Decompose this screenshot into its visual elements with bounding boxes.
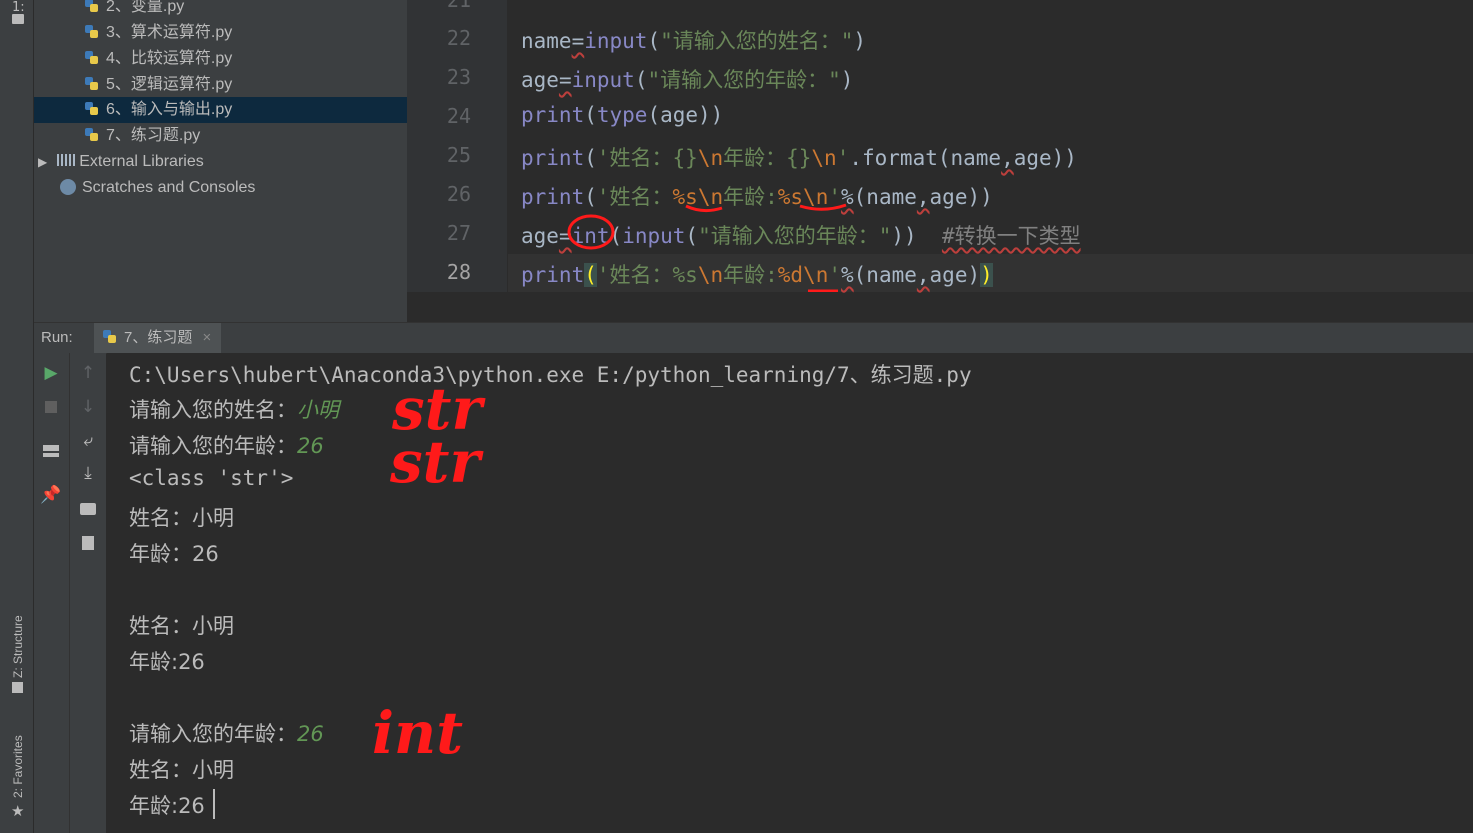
layout-icon[interactable] xyxy=(39,439,63,463)
python-file-icon xyxy=(84,24,100,40)
tree-item-label: 6、输入与输出.py xyxy=(106,101,233,118)
run-tab-label: 7、练习题 xyxy=(124,329,193,346)
tree-item-label: 5、逻辑运算符.py xyxy=(106,76,233,93)
editor-gutter: 21 22 23 24 25 26 27 28 xyxy=(407,0,507,292)
line-number: 27 xyxy=(446,221,471,245)
console-line: 请输入您的年龄：26 xyxy=(129,718,324,748)
scroll-to-end-icon[interactable]: ⤓ xyxy=(76,461,100,485)
python-file-icon xyxy=(102,329,118,345)
folder-icon[interactable] xyxy=(12,14,24,24)
close-icon[interactable]: × xyxy=(203,329,212,346)
tree-item-file-selected[interactable]: 6、输入与输出.py xyxy=(34,97,407,123)
line-number: 25 xyxy=(446,143,471,167)
expand-arrow-icon[interactable]: ▶ xyxy=(38,155,47,169)
console-prompt: 请输入您的年龄： xyxy=(129,722,297,746)
scratches-icon xyxy=(60,179,76,195)
tree-item-label: External Libraries xyxy=(79,153,204,170)
python-file-icon xyxy=(84,101,100,117)
python-file-icon xyxy=(84,0,100,14)
python-file-icon xyxy=(84,50,100,66)
console-line: 请输入您的年龄：26 xyxy=(129,430,324,460)
tree-item-file[interactable]: 2、变量.py xyxy=(84,0,184,20)
console-output: 年龄:26 xyxy=(129,794,205,818)
divider xyxy=(69,353,70,833)
handwritten-annotation: str xyxy=(390,428,481,496)
console-user-input: 小明 xyxy=(297,398,339,422)
tree-item-file[interactable]: 5、逻辑运算符.py xyxy=(84,72,232,98)
run-tab[interactable]: 7、练习题 × xyxy=(94,323,222,353)
console-output: <class 'str'> xyxy=(129,466,294,490)
run-console[interactable]: C:\Users\hubert\Anaconda3\python.exe E:/… xyxy=(107,353,1473,833)
console-output: 姓名：小明 xyxy=(129,614,234,638)
console-line: 请输入您的姓名：小明 xyxy=(129,394,339,424)
line-number: 26 xyxy=(446,182,471,206)
console-prompt: 请输入您的姓名： xyxy=(129,398,297,422)
text-cursor xyxy=(213,789,215,819)
left-tool-strip: 1: Z: Structure ★ 2: Favorites xyxy=(0,0,34,833)
console-user-input: 26 xyxy=(297,722,324,746)
code-editor[interactable]: name=input("请输入您的姓名：") age=input("请输入您的年… xyxy=(508,0,1473,292)
tree-item-label: 2、变量.py xyxy=(106,0,185,15)
line-number: 21 xyxy=(446,0,471,12)
console-prompt: 请输入您的年龄： xyxy=(129,434,297,458)
pin-icon[interactable]: 📌 xyxy=(39,483,63,507)
trash-icon[interactable] xyxy=(76,529,100,553)
console-output: 姓名：小明 xyxy=(129,506,234,530)
tree-item-file[interactable]: 3、算术运算符.py xyxy=(84,20,232,46)
run-tool-bar: Run: 7、练习题 × xyxy=(34,322,1473,354)
library-icon xyxy=(57,154,76,166)
tree-item-scratches[interactable]: Scratches and Consoles xyxy=(60,175,255,201)
tree-item-file[interactable]: 4、比较运算符.py xyxy=(84,46,232,72)
print-icon[interactable] xyxy=(76,497,100,521)
tree-item-external-libraries[interactable]: ▶ External Libraries xyxy=(38,149,204,175)
soft-wrap-icon[interactable]: ⤶ xyxy=(76,429,100,453)
run-tools-column: ▶ ↑ ↓ ⤶ ⤓ 📌 xyxy=(34,353,106,833)
console-output: 姓名：小明 xyxy=(129,758,234,782)
run-label: Run: xyxy=(41,329,73,346)
console-command: C:\Users\hubert\Anaconda3\python.exe E:/… xyxy=(129,363,972,387)
line-number-current: 28 xyxy=(446,260,471,284)
line-number: 23 xyxy=(446,65,471,89)
python-file-icon xyxy=(84,76,100,92)
tree-item-file[interactable]: 7、练习题.py xyxy=(84,123,200,149)
tree-item-label: 7、练习题.py xyxy=(106,127,201,144)
console-output: 年龄:26 xyxy=(129,650,205,674)
project-tree: 2、变量.py 3、算术运算符.py 4、比较运算符.py 5、逻辑运算符.py… xyxy=(34,0,407,322)
structure-tool-label[interactable]: Z: Structure xyxy=(11,615,25,678)
arrow-up-icon[interactable]: ↑ xyxy=(76,361,100,385)
tree-item-label: Scratches and Consoles xyxy=(82,179,256,196)
stop-icon[interactable] xyxy=(39,395,63,419)
tree-item-label: 3、算术运算符.py xyxy=(106,24,233,41)
line-number: 22 xyxy=(446,26,471,50)
line-number: 24 xyxy=(446,104,471,128)
star-icon[interactable]: ★ xyxy=(11,802,24,820)
python-file-icon xyxy=(84,127,100,143)
console-user-input: 26 xyxy=(297,434,324,458)
favorites-tool-label[interactable]: 2: Favorites xyxy=(11,735,25,798)
arrow-down-icon[interactable]: ↓ xyxy=(76,395,100,419)
handdrawn-marks-editor xyxy=(567,203,847,292)
tree-item-label: 4、比较运算符.py xyxy=(106,50,233,67)
run-icon[interactable]: ▶ xyxy=(39,361,63,385)
project-tool-label[interactable]: 1: xyxy=(12,0,25,15)
console-output: 年龄：26 xyxy=(129,542,219,566)
structure-icon[interactable] xyxy=(12,682,23,693)
handwritten-annotation: int xyxy=(372,699,463,767)
